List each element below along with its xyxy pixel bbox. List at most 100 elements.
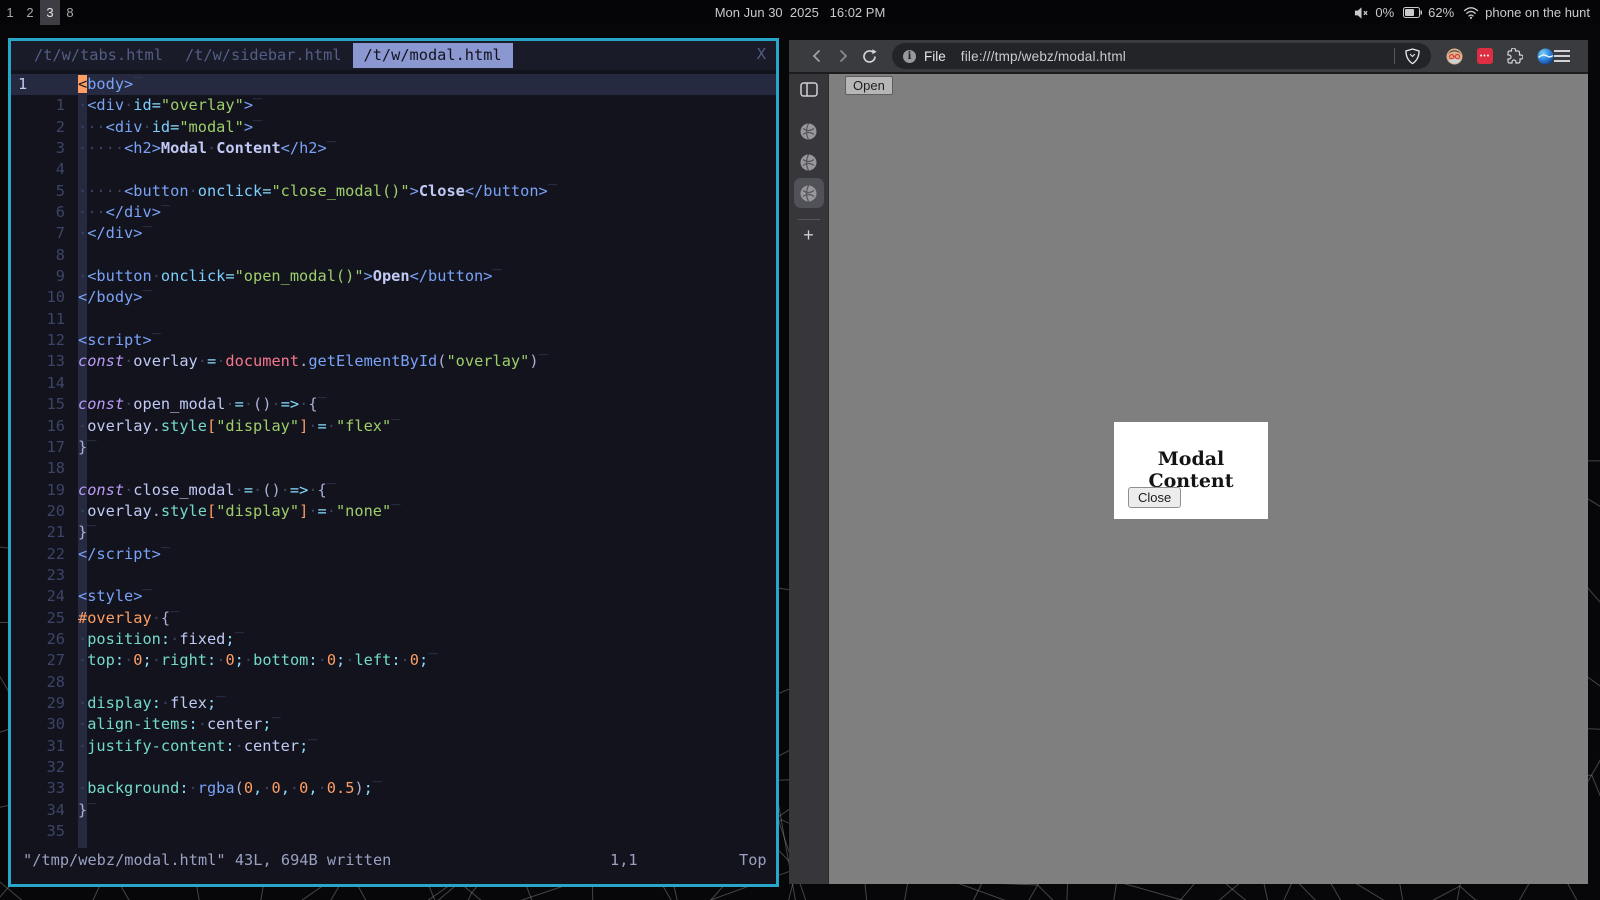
extensions-puzzle-icon[interactable] [1507,48,1523,64]
line-number: 23 [11,565,78,586]
code-line: 4 [11,159,776,180]
line-number: 7 [11,223,78,244]
volume-indicator[interactable]: 0% [1354,5,1394,20]
statusline-cursor-position: 1,1 [610,851,638,869]
line-number: 29 [11,693,78,714]
line-number: 16 [11,416,78,437]
forward-button[interactable] [835,48,851,64]
info-icon[interactable] [903,50,916,63]
line-number: 13 [11,351,78,372]
line-number: 4 [11,159,78,180]
code-line: 18 [11,458,776,479]
code-line: 34}‾ [11,800,776,821]
line-number: 17 [11,437,78,458]
battery-indicator[interactable]: 62% [1403,5,1454,20]
line-number: 18 [11,458,78,479]
line-number: 8 [11,245,78,266]
page-open-button[interactable]: Open [845,76,893,95]
line-number: 24 [11,586,78,607]
line-number: 27 [11,650,78,671]
reload-icon [861,48,878,65]
code-line: 30·align-items:·center;‾ [11,714,776,735]
sidebar-toggle-icon[interactable] [800,82,818,102]
browser-toolbar: File file:///tmp/webz/modal.html [789,40,1588,74]
line-number: 11 [11,309,78,330]
editor-tab[interactable]: /t/w/modal.html [353,43,513,68]
line-number: 14 [11,373,78,394]
modal-title: Modal Content [1114,448,1268,492]
profile-avatar-icon[interactable] [1446,48,1463,65]
page-close-button[interactable]: Close [1128,487,1181,508]
line-number: 12 [11,330,78,351]
line-number: 34 [11,800,78,821]
muted-speaker-icon [1354,6,1369,20]
vim-tab-close-button[interactable]: X [757,45,766,63]
vertical-tabs [794,116,824,209]
code-line: 26·position:·fixed;‾ [11,629,776,650]
statusline-scroll-position: Top [739,851,767,869]
code-line: 14 [11,373,776,394]
volume-value: 0% [1375,5,1394,20]
line-number: 25 [11,608,78,629]
code-line: 15const·open_modal·=·()·=>·{‾ [11,394,776,415]
code-line: 27·top:·0;·right:·0;·bottom:·0;·left:·0;… [11,650,776,671]
back-button[interactable] [809,48,825,64]
web-page: Open Modal Content Close [829,74,1588,884]
browser-vertical-tab[interactable] [794,116,824,146]
address-bar[interactable]: File file:///tmp/webz/modal.html [892,43,1431,69]
code-line: 20·overlay.style["display"]·=·"none"‾ [11,501,776,522]
vim-tabs: /t/w/tabs.html/t/w/sidebar.html/t/w/moda… [23,43,513,68]
blue-sphere-icon[interactable] [1537,48,1554,65]
battery-icon [1403,7,1422,18]
hamburger-menu-icon[interactable] [1554,50,1570,62]
red-dots-extension-icon[interactable] [1477,48,1493,64]
code-line: 23 [11,565,776,586]
line-number: 32 [11,757,78,778]
battery-value: 62% [1428,5,1454,20]
code-line: 21}‾ [11,522,776,543]
code-line: 1<body>‾ [11,74,776,95]
line-number: 30 [11,714,78,735]
line-number: 20 [11,501,78,522]
line-number: 21 [11,522,78,543]
brave-shield-icon[interactable] [1405,48,1420,65]
line-number: 1 [11,95,78,116]
code-line: 7·</div>‾ [11,223,776,244]
wifi-icon [1463,6,1479,19]
page-modal: Modal Content Close [1114,422,1268,519]
line-number: 2 [11,117,78,138]
urlbar-separator [1394,48,1395,64]
code-line: 17}‾ [11,437,776,458]
code-line: 29·display:·flex;‾ [11,693,776,714]
code-line: 11 [11,309,776,330]
reload-button[interactable] [861,48,878,65]
browser-window: File file:///tmp/webz/modal.html [789,40,1588,884]
code-line: 5·····<button·onclick="close_modal()">Cl… [11,181,776,202]
code-line: 9·<button·onclick="open_modal()">Open</b… [11,266,776,287]
line-number: 9 [11,266,78,287]
wifi-ssid: phone on the hunt [1485,5,1590,20]
system-tray: 0% 62% phone on the hunt [1354,5,1600,20]
line-number: 26 [11,629,78,650]
code-line: 3·····<h2>Modal·Content</h2>‾ [11,138,776,159]
browser-body: + Open Modal Content Close [789,74,1588,884]
code-line: 31·justify-content:·center;‾ [11,736,776,757]
line-number: 15 [11,394,78,415]
browser-vertical-tab[interactable] [794,147,824,177]
chevron-right-icon [835,48,851,64]
default-favicon-globe-icon [800,154,817,171]
status-bar: 1238 Mon Jun 30 2025 16:02 PM 0% 62% [0,0,1600,25]
code-line: 24<style>‾ [11,586,776,607]
vim-statusline: "/tmp/webz/modal.html" 43L, 694B written… [23,851,776,872]
new-tab-button[interactable]: + [803,226,814,244]
editor-tab[interactable]: /t/w/tabs.html [23,43,174,68]
editor-tab[interactable]: /t/w/sidebar.html [174,43,353,68]
code-line: 25#overlay·{‾ [11,608,776,629]
code-line: 6···</div>‾ [11,202,776,223]
wifi-indicator[interactable]: phone on the hunt [1463,5,1590,20]
default-favicon-globe-icon [800,123,817,140]
url-text: file:///tmp/webz/modal.html [961,49,1126,64]
vim-buffer[interactable]: 1<body>‾1·<div·id="overlay">‾2···<div·id… [11,70,776,848]
terminal-window: /t/w/tabs.html/t/w/sidebar.html/t/w/moda… [8,38,779,887]
browser-vertical-tab[interactable] [794,178,824,208]
